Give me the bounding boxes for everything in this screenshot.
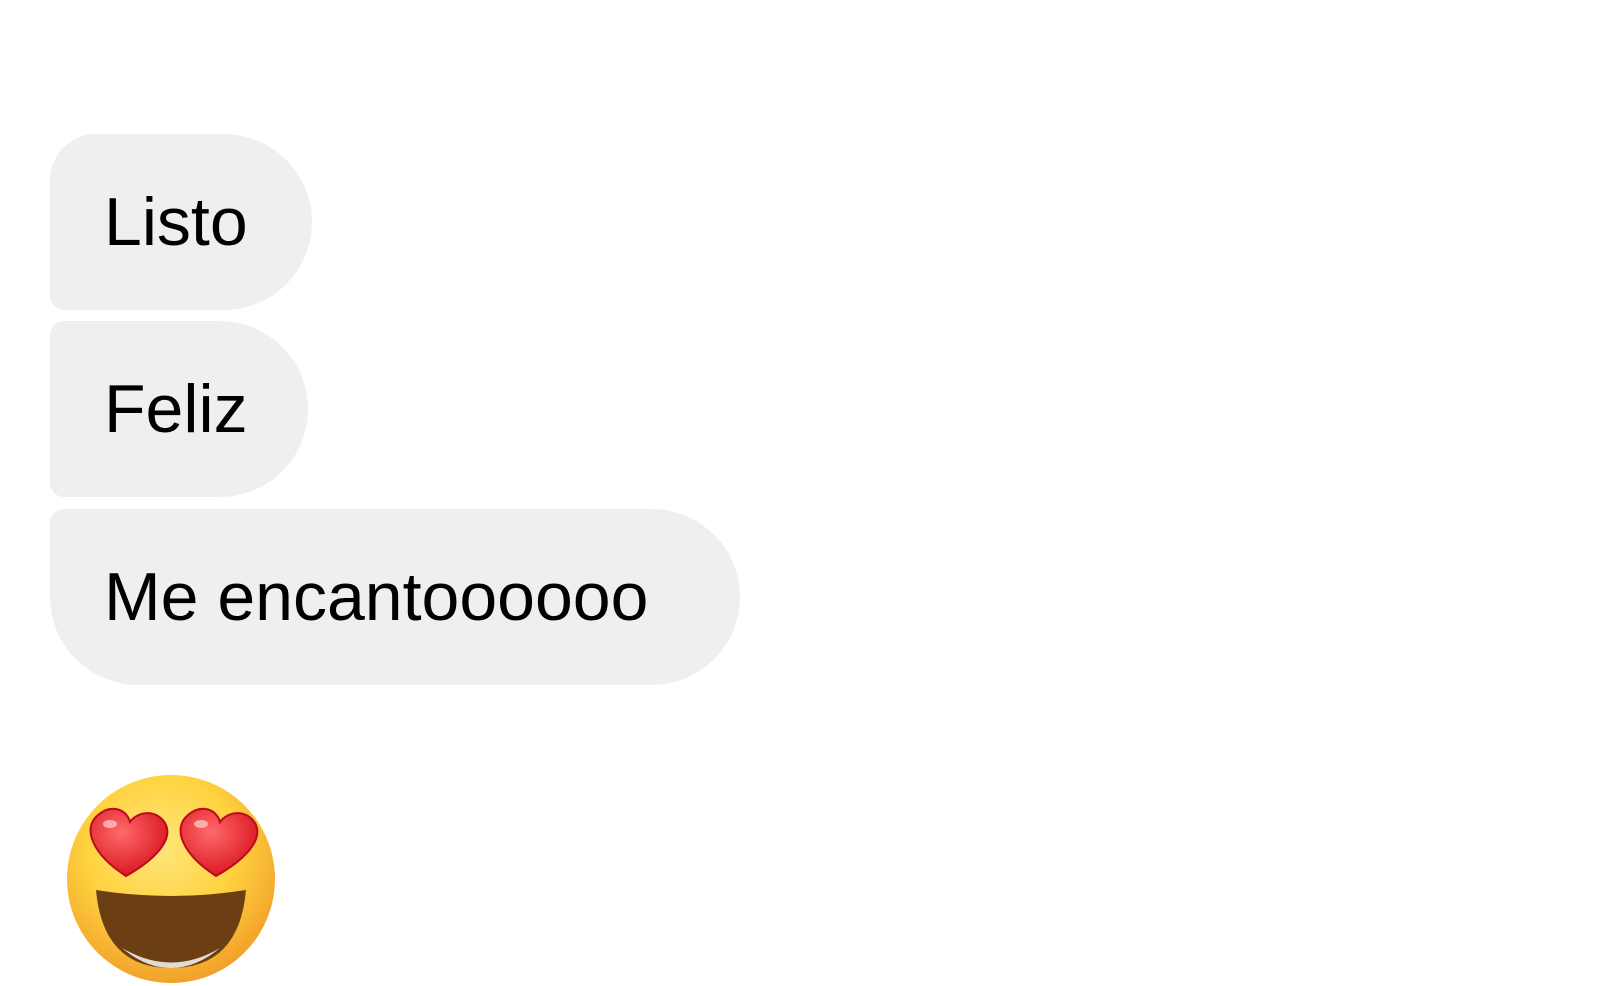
message-bubble[interactable]: Listo xyxy=(50,134,312,310)
message-bubble[interactable]: Me encantoooooo xyxy=(50,509,740,685)
heart-eyes-emoji-icon[interactable] xyxy=(64,772,278,986)
message-bubble[interactable]: Feliz xyxy=(50,321,308,497)
message-thread: Listo Feliz Me encantoooooo xyxy=(0,0,1600,983)
